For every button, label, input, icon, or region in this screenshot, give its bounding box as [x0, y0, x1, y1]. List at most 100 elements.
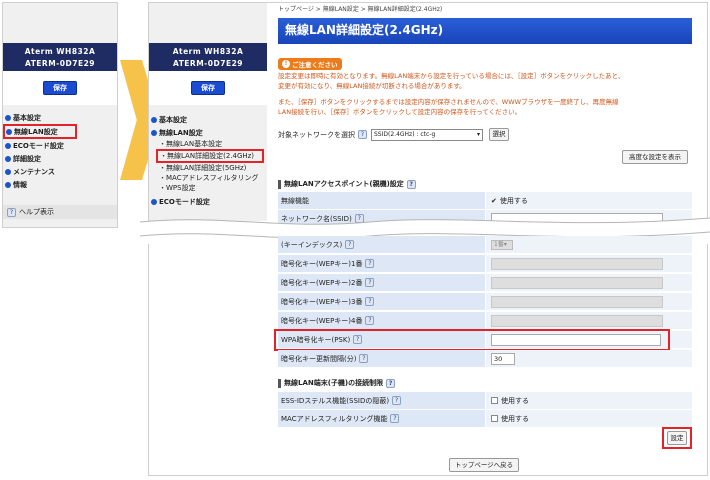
device-id: ATERM-0D7E29	[24, 59, 96, 68]
chevron-down-icon: ▾	[476, 131, 480, 138]
section-client-restrict-header: 無線LAN端末(子機)の接続制限 ?	[278, 378, 396, 388]
row-key-index: (キーインデックス)? 1番▾	[278, 236, 692, 254]
sub-item-mac-filter[interactable]: ・MACアドレスフィルタリング	[151, 173, 261, 183]
wep-key-3-input[interactable]	[491, 295, 663, 308]
sub-item-wlan-detail-24[interactable]: ・無線LAN詳細設定(2.4GHz)	[156, 149, 264, 163]
row-label: 暗号化キー(WEPキー)3番?	[278, 293, 485, 311]
mid-nav-panel: Aterm WH832A ATERM-0D7E29 保存 基本設定 無線LAN設…	[149, 3, 267, 221]
set-button[interactable]: 設定	[667, 431, 687, 445]
wep-key-1-input[interactable]	[491, 257, 663, 270]
save-area: 保存	[3, 71, 117, 105]
row-label: 無線機能	[278, 192, 485, 210]
help-toggle[interactable]: ? ヘルプ表示	[3, 205, 117, 219]
nav-label: 基本設定	[159, 115, 187, 124]
help-icon[interactable]: ?	[365, 278, 375, 287]
bullet-icon	[5, 114, 11, 121]
row-wep-key-1: 暗号化キー(WEPキー)1番?	[278, 255, 692, 273]
help-icon: ?	[7, 207, 16, 217]
nav-basic-settings[interactable]: 基本設定	[3, 111, 117, 124]
row-value: 1番▾	[485, 236, 692, 254]
nav-eco-settings[interactable]: ECOモード設定	[3, 139, 117, 152]
help-icon[interactable]: ?	[392, 396, 402, 405]
network-select[interactable]: SSID(2.4GHz) : ctc-g ▾	[371, 128, 483, 141]
row-mac-filtering: MACアドレスフィルタリング機能? 使用する	[278, 410, 692, 428]
nav-basic-settings[interactable]: 基本設定	[151, 113, 267, 126]
select-button[interactable]: 選択	[489, 128, 509, 141]
nav-wlan-settings[interactable]: 無線LAN設定	[151, 126, 267, 139]
help-icon[interactable]: ?	[406, 179, 416, 189]
bullet-icon	[5, 181, 11, 188]
caution-line: LAN接続を行い、［保存］ボタンをクリックして設定内容の保存を行ってください。	[278, 108, 522, 116]
help-icon[interactable]: ?	[390, 414, 400, 423]
caution-line: また、［保存］ボタンをクリックするまでは設定内容が保存されませんので、WWWブラ…	[278, 98, 619, 106]
caution-line: 変更が有効になり、無線LAN接続が切断される場合があります。	[278, 82, 466, 90]
row-key-update-interval: 暗号化キー更新間隔(分)? 30	[278, 350, 692, 368]
bullet-icon	[6, 128, 12, 135]
row-wep-key-3: 暗号化キー(WEPキー)3番?	[278, 293, 692, 311]
sub-item-wps[interactable]: ・WPS設定	[151, 183, 267, 193]
nav-detail-settings[interactable]: 詳細設定	[3, 152, 117, 165]
caution-header: ! ご注意ください	[278, 58, 342, 70]
save-area: 保存	[149, 71, 267, 105]
help-icon[interactable]: ?	[359, 354, 369, 363]
sub-label: WPS設定	[166, 184, 196, 192]
nav-info[interactable]: 情報	[3, 178, 117, 191]
bullet-icon	[151, 116, 157, 123]
nav-maintenance[interactable]: メンテナンス	[3, 165, 117, 178]
wep-key-2-input[interactable]	[491, 276, 663, 289]
sub-item-wlan-detail-5[interactable]: ・無線LAN詳細設定(5GHz)	[151, 163, 267, 173]
row-value: 30	[485, 350, 692, 368]
network-select-label: 対象ネットワークを選択	[278, 130, 355, 139]
row-label: ESS-IDステルス機能(SSIDの隠蔽)?	[278, 392, 485, 410]
help-icon[interactable]: ?	[386, 378, 396, 388]
key-index-value: 1番	[494, 240, 504, 248]
key-update-interval-input[interactable]: 30	[491, 352, 515, 365]
save-button[interactable]: 保存	[43, 81, 77, 95]
caution-line: 設定変更は即時に有効となります。無線LAN端末から設定を行っている場合には、［設…	[278, 72, 625, 80]
section-ap-settings-header: 無線LANアクセスポイント(親機)設定 ?	[278, 179, 416, 189]
row-ssid-stealth: ESS-IDステルス機能(SSIDの隠蔽)? 使用する	[278, 392, 692, 410]
bullet-icon	[151, 198, 157, 205]
check-icon[interactable]: ✔	[491, 197, 497, 205]
help-icon[interactable]: ?	[365, 297, 375, 306]
row-label-text: 無線機能	[281, 196, 309, 205]
row-label: MACアドレスフィルタリング機能?	[278, 410, 485, 428]
save-button[interactable]: 保存	[191, 81, 225, 95]
ssid-stealth-checkbox[interactable]	[491, 397, 498, 404]
device-id: ATERM-0D7E29	[172, 59, 244, 68]
bullet-icon	[5, 168, 11, 175]
mac-filtering-checkbox[interactable]	[491, 415, 498, 422]
caution-message: 設定変更は即時に有効となります。無線LAN端末から設定を行っている場合には、［設…	[278, 71, 692, 117]
nav-eco-settings[interactable]: ECOモード設定	[151, 195, 267, 208]
row-value	[485, 274, 692, 292]
row-label-text: 暗号化キー更新間隔(分)	[281, 354, 357, 363]
sub-label: 無線LAN詳細設定(2.4GHz)	[167, 152, 255, 160]
row-label-text: (キーインデックス)	[281, 240, 343, 249]
help-icon[interactable]: ?	[365, 316, 375, 325]
caution-badge: ! ご注意ください	[278, 58, 342, 70]
row-label: 暗号化キー(WEPキー)2番?	[278, 274, 485, 292]
row-value	[485, 255, 692, 273]
help-icon[interactable]: ?	[365, 259, 375, 268]
breadcrumb[interactable]: トップページ > 無線LAN設定 > 無線LAN詳細設定(2.4GHz)	[278, 4, 442, 13]
left-nav-panel: Aterm WH832A ATERM-0D7E29 保存 基本設定 無線LAN設…	[2, 2, 118, 228]
row-label: 暗号化キー(WEPキー)4番?	[278, 312, 485, 330]
row-label-text: MACアドレスフィルタリング機能	[281, 414, 388, 423]
row-value	[485, 312, 692, 330]
show-advanced-button[interactable]: 高度な設定を表示	[622, 150, 688, 164]
row-label-text: 暗号化キー(WEPキー)2番	[281, 278, 363, 287]
help-icon[interactable]: ?	[345, 240, 355, 249]
key-index-select[interactable]: 1番▾	[491, 239, 513, 250]
row-value	[485, 293, 692, 311]
checkbox-label: 使用する	[501, 414, 529, 423]
back-to-top-button[interactable]: トップページへ戻る	[449, 458, 519, 472]
sub-item-wlan-basic[interactable]: ・無線LAN基本設定	[151, 139, 267, 149]
help-icon[interactable]: ?	[358, 130, 367, 139]
nav-label: ECOモード設定	[13, 141, 64, 150]
nav-wlan-settings[interactable]: 無線LAN設定	[3, 124, 77, 139]
wep-key-4-input[interactable]	[491, 314, 663, 327]
nav-label: 無線LAN設定	[14, 127, 58, 136]
section-bar	[278, 378, 281, 388]
section-title: 無線LAN端末(子機)の接続制限	[284, 379, 384, 387]
row-value: 使用する	[485, 410, 692, 428]
